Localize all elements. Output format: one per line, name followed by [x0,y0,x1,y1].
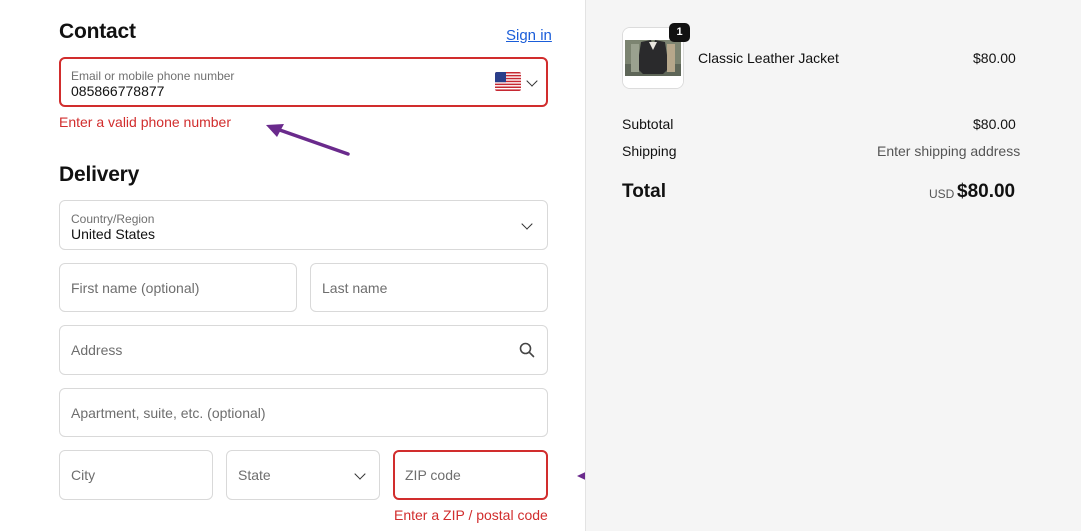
item-name: Classic Leather Jacket [698,50,839,66]
annotation-arrow-icon [266,124,350,156]
zip-error-message: Enter a ZIP / postal code [394,507,548,523]
contact-heading: Contact [59,20,136,43]
checkout-form-panel: Contact Sign in Email or mobile phone nu… [0,0,671,531]
total-currency: USD [929,187,955,201]
total-label: Total [622,181,666,202]
delivery-heading: Delivery [59,163,140,186]
email-phone-value: 085866778877 [71,83,165,99]
email-phone-label: Email or mobile phone number [71,69,235,83]
email-phone-field[interactable]: Email or mobile phone number 08586677887… [59,57,548,107]
item-quantity-badge: 1 [669,23,690,42]
zip-code-input[interactable]: ZIP code [393,450,548,500]
city-input[interactable]: City [59,450,213,500]
shipping-value: Enter shipping address [877,143,1021,159]
subtotal-value: $80.00 [973,116,1016,132]
apartment-input[interactable]: Apartment, suite, etc. (optional) [59,388,548,437]
state-select[interactable]: State [226,450,380,500]
address-placeholder: Address [71,342,123,358]
first-name-placeholder: First name (optional) [71,279,200,296]
last-name-input[interactable]: Last name [310,263,548,312]
first-name-input[interactable]: First name (optional) [59,263,297,312]
zip-code-placeholder: ZIP code [405,467,461,483]
phone-error-message: Enter a valid phone number [59,114,231,130]
state-placeholder: State [238,467,271,483]
country-code-chevron-down-icon[interactable] [526,75,538,87]
item-price: $80.00 [973,50,1016,66]
search-icon[interactable] [519,342,535,358]
address-input[interactable]: Address [59,325,548,375]
country-region-value: United States [71,226,156,242]
shipping-label: Shipping [622,143,677,159]
chevron-down-icon [354,468,366,480]
country-region-label: Country/Region [71,212,155,226]
apartment-placeholder: Apartment, suite, etc. (optional) [71,404,266,421]
country-region-select[interactable]: Country/Region United States [59,200,548,250]
sign-in-link[interactable]: Sign in [506,27,552,44]
subtotal-label: Subtotal [622,116,674,132]
us-flag-icon[interactable] [495,72,521,91]
last-name-placeholder: Last name [322,279,388,296]
city-placeholder: City [71,467,96,483]
total-value: $80.00 [957,181,1016,202]
chevron-down-icon [521,218,533,230]
